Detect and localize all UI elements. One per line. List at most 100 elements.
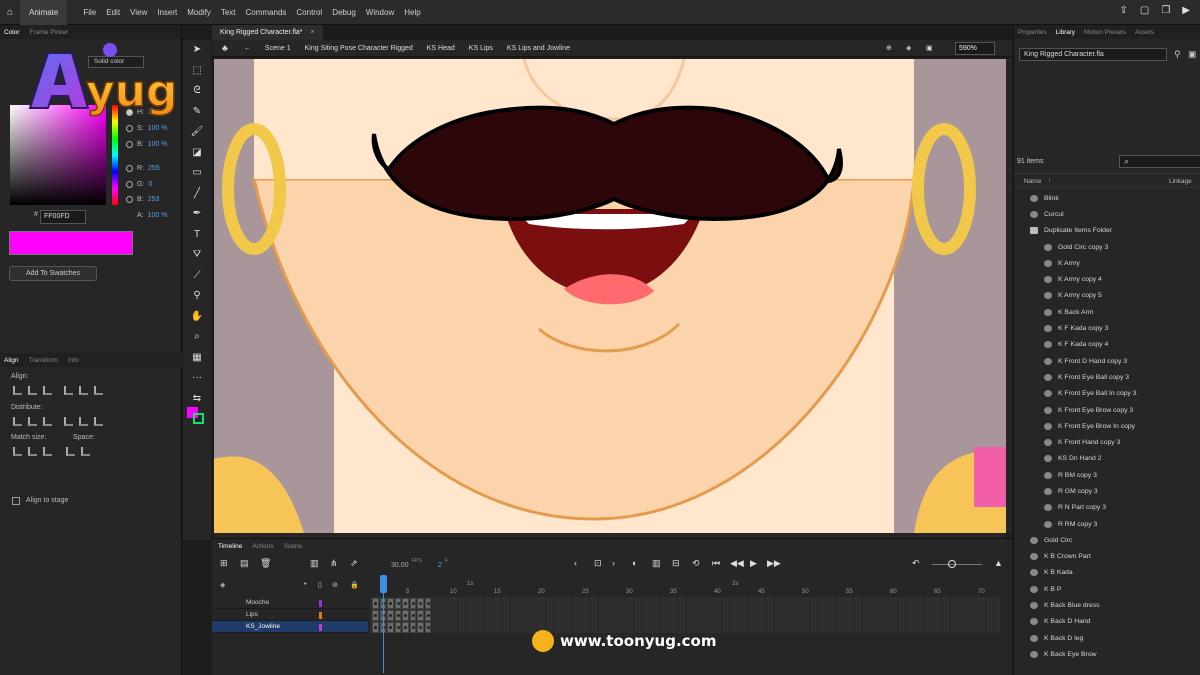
library-item[interactable]: R BM copy 3 [1014,467,1200,483]
document-tab[interactable]: King Rigged Character.fla* × [212,25,323,40]
back-arrow-icon[interactable]: ← [244,45,251,52]
timeline-layer[interactable]: KS_Jowline [212,621,368,633]
library-item[interactable]: Gold Circ [1014,532,1200,548]
add-to-swatches-button[interactable]: Add To Swatches [9,266,97,281]
menu-commands[interactable]: Commands [246,8,287,17]
pen-tool-icon[interactable]: ✒ [183,204,211,225]
align-top-icon[interactable] [64,386,73,395]
line-tool-icon[interactable]: ╱ [183,184,211,205]
stage[interactable] [214,59,1006,533]
visibility-icon[interactable]: ⊘ [332,581,338,589]
alpha-value[interactable]: 100 % [148,212,168,219]
tab-info[interactable]: Info [68,357,79,364]
blue-value[interactable]: 253 [148,196,160,203]
space-vertical-icon[interactable] [66,447,75,456]
tab-actions[interactable]: Actions [252,543,273,550]
tab-assets[interactable]: Assets [1135,29,1154,36]
distribute-top-icon[interactable] [13,417,22,426]
breadcrumb-ks-head[interactable]: KS Head [427,45,455,52]
zoom-slider-knob[interactable] [948,560,956,568]
menu-debug[interactable]: Debug [332,8,356,17]
app-workspace-label[interactable]: Animate [20,0,68,25]
library-item[interactable]: K Army copy 5 [1014,288,1200,304]
zoom-tool-icon[interactable]: ⌕ [183,327,211,348]
tab-scene[interactable]: Scene [284,543,302,550]
menu-edit[interactable]: Edit [106,8,120,17]
align-right-icon[interactable] [43,386,52,395]
more-tools-icon[interactable]: ··· [183,368,211,389]
zoom-input[interactable]: 590% [955,42,995,55]
match-both-icon[interactable] [43,447,52,456]
red-radio[interactable] [126,165,133,172]
outline-icon[interactable]: ▯ [318,581,322,589]
new-layer-icon[interactable]: ⊞ [220,558,228,569]
distribute-vcenter-icon[interactable] [28,417,37,426]
new-folder-icon[interactable]: ▤ [240,558,249,569]
tab-transform[interactable]: Transform [28,357,57,364]
stage-vertical-scrollbar[interactable] [1006,59,1012,533]
menu-file[interactable]: File [83,8,96,17]
library-item[interactable]: Gold Circ copy 3 [1014,239,1200,255]
space-horizontal-icon[interactable] [81,447,90,456]
rewind-icon[interactable]: ◀◀ [730,558,744,569]
library-item[interactable]: K B Crown Part [1014,549,1200,565]
saturation-radio[interactable] [126,125,133,132]
brightness-value[interactable]: 100 % [148,141,168,148]
fps-value[interactable]: 30.00 [391,562,409,569]
insert-keyframe-icon[interactable]: ⊡ [594,558,602,569]
brush-tool-icon[interactable]: 🖌 [183,122,211,143]
forward-icon[interactable]: ▶▶ [767,558,781,569]
distribute-right-icon[interactable] [94,417,103,426]
layer-color-swatch[interactable] [319,624,322,631]
library-item[interactable]: K F Kada copy 3 [1014,320,1200,336]
library-item[interactable]: K Front D Hand copy 3 [1014,353,1200,369]
library-item[interactable]: K Front Eye Ball In copy 3 [1014,386,1200,402]
edit-multiple-icon[interactable]: ▥ [652,558,661,569]
align-left-icon[interactable] [13,386,22,395]
distribute-hcenter-icon[interactable] [79,417,88,426]
onion-skin-icon[interactable]: ◐ [632,558,637,568]
library-item[interactable]: K Front Eye Brow copy 3 [1014,402,1200,418]
align-vcenter-icon[interactable] [79,386,88,395]
library-item[interactable]: Duplicate Items Folder [1014,223,1200,239]
zoom-mountain-icon[interactable]: ▲ [994,558,1003,568]
library-item[interactable]: R N Part copy 3 [1014,500,1200,516]
color-saturation-field[interactable] [10,105,106,205]
graph-icon[interactable]: ⇗ [350,558,358,569]
rectangle-tool-icon[interactable]: ▭ [183,163,211,184]
align-to-stage-checkbox[interactable] [12,497,20,505]
repeat-icon[interactable]: ⟲ [692,558,700,569]
align-bottom-icon[interactable] [94,386,103,395]
breadcrumb-king-pose[interactable]: King Siting Pose Character Rigged [305,45,413,52]
menu-view[interactable]: View [130,8,147,17]
fit-icon[interactable]: ▣ [926,44,933,52]
scene-icon[interactable]: ♣ [222,43,228,53]
swap-colors-icon[interactable]: ⇆ [183,389,211,410]
playhead[interactable] [380,575,387,675]
menu-window[interactable]: Window [366,8,394,17]
match-width-icon[interactable] [13,447,22,456]
layer-color-swatch[interactable] [319,612,322,619]
loop-icon[interactable]: ⊟ [672,558,680,569]
hand-tool-icon[interactable]: ✋ [183,307,211,328]
home-icon[interactable]: ⌂ [0,7,20,18]
tab-align[interactable]: Align [4,357,18,364]
library-item[interactable]: K Back D leg [1014,630,1200,646]
tab-timeline[interactable]: Timeline [218,543,242,550]
tab-properties[interactable]: Properties [1018,29,1047,36]
library-item[interactable]: K Army copy 4 [1014,271,1200,287]
library-item[interactable]: K Front Eye Ball copy 3 [1014,369,1200,385]
camera-tool-icon[interactable]: ▦ [183,348,211,369]
library-item[interactable]: K Back Arm [1014,304,1200,320]
timeline-layer[interactable]: Lips [212,609,368,621]
paint-brush-icon[interactable]: ✎ [183,102,211,123]
distribute-bottom-icon[interactable] [43,417,52,426]
menu-text[interactable]: Text [221,8,236,17]
text-tool-icon[interactable]: T [183,225,211,246]
next-arrow-icon[interactable]: › [612,558,615,568]
library-item[interactable]: Blink [1014,190,1200,206]
timeline-layer[interactable]: Mooche [212,597,368,609]
menu-control[interactable]: Control [296,8,322,17]
close-icon[interactable]: × [310,29,314,36]
frame-value[interactable]: 2 [438,562,442,569]
